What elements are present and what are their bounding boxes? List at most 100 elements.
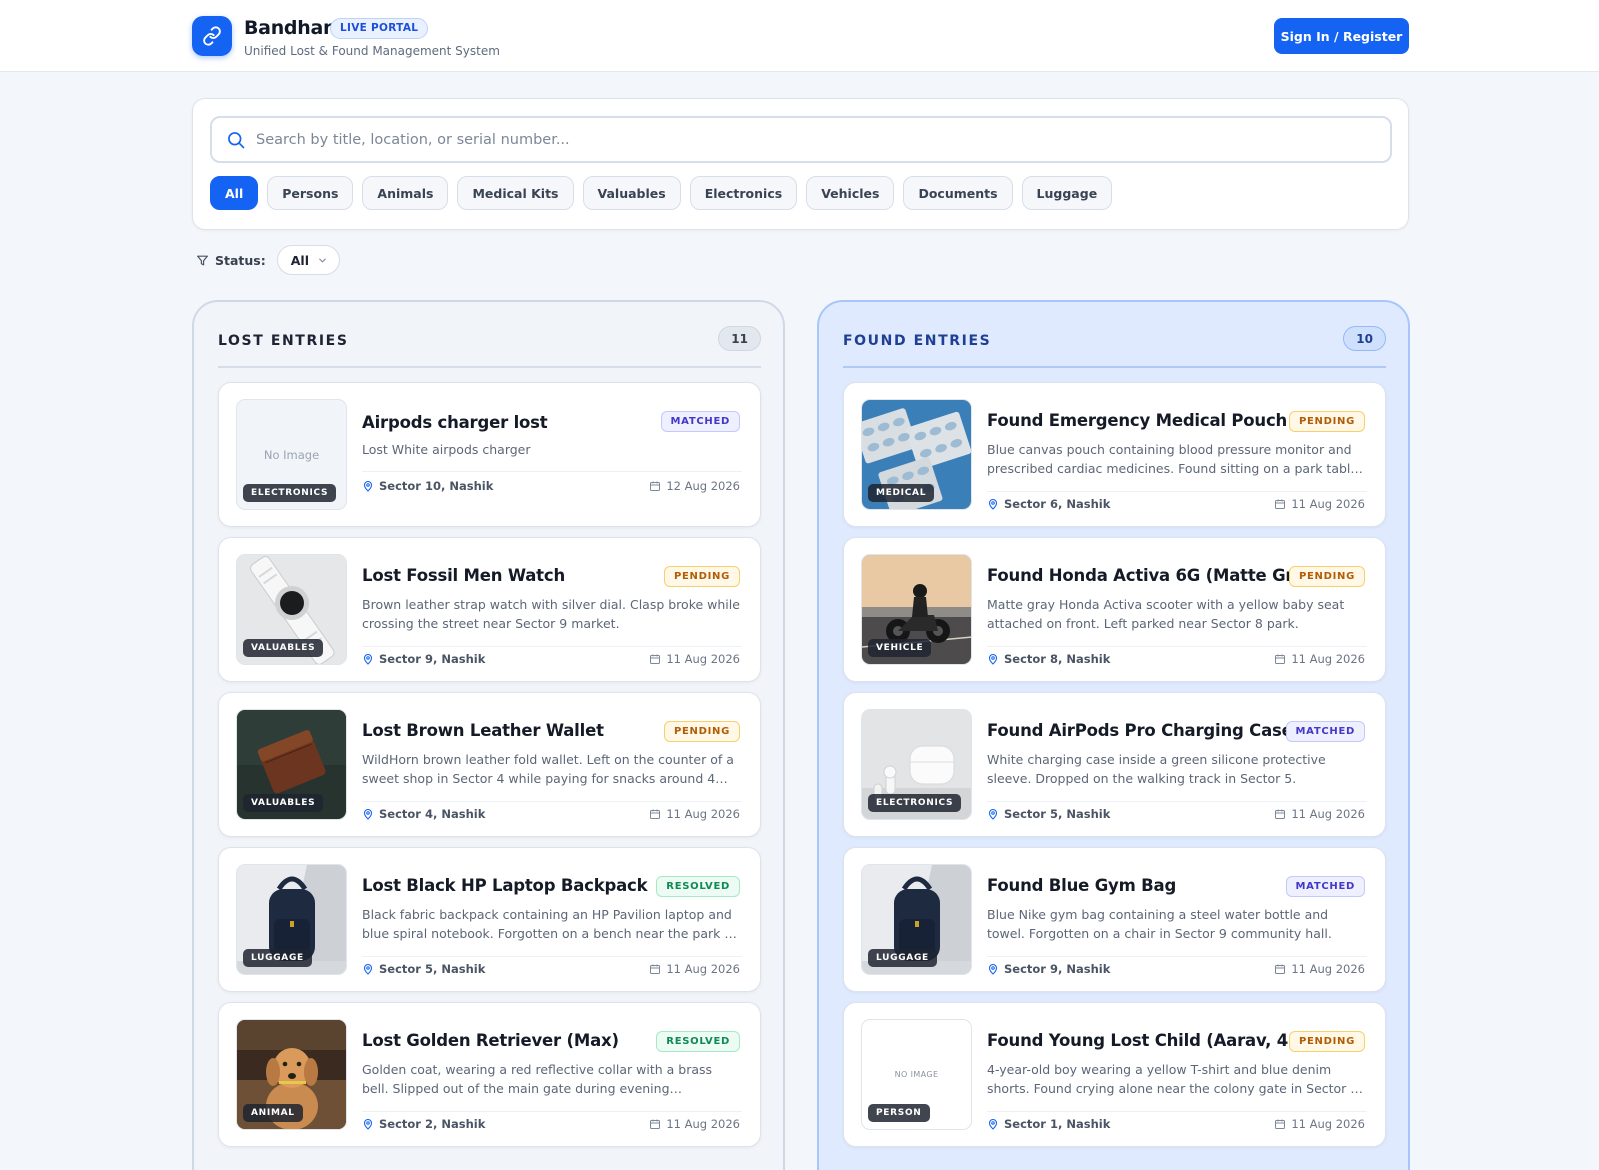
entry-title[interactable]: Found Blue Gym Bag bbox=[987, 876, 1176, 895]
map-pin-icon bbox=[363, 480, 373, 492]
entry-description: Brown leather strap watch with silver di… bbox=[362, 597, 740, 631]
calendar-icon bbox=[650, 481, 661, 491]
entry-title[interactable]: Lost Brown Leather Wallet bbox=[362, 721, 604, 740]
sign-in-button[interactable]: Sign In / Register bbox=[1274, 18, 1409, 54]
date-text: 11 Aug 2026 bbox=[1291, 962, 1365, 976]
lost-entry-card[interactable]: VALUABLES Lost Brown Leather Wallet PENDIN… bbox=[218, 692, 761, 837]
item-photo: ANIMAL bbox=[236, 1019, 347, 1130]
filter-icon bbox=[197, 255, 208, 265]
date-text: 11 Aug 2026 bbox=[1291, 652, 1365, 666]
found-entry-card[interactable]: ELECTRONICS Found AirPods Pro Charging Ca… bbox=[843, 692, 1386, 837]
map-pin-icon bbox=[988, 963, 998, 975]
category-chip-animals[interactable]: Animals bbox=[362, 176, 449, 210]
entry-date: 11 Aug 2026 bbox=[649, 652, 740, 666]
map-pin-icon bbox=[988, 498, 998, 510]
item-photo-placeholder: NO IMAGE PERSON bbox=[861, 1019, 972, 1130]
card-divider bbox=[987, 801, 1367, 802]
found-entry-card[interactable]: VEHICLE Found Honda Activa 6G (Matte Grey… bbox=[843, 537, 1386, 682]
entry-date: 12 Aug 2026 bbox=[649, 479, 740, 493]
entry-date: 11 Aug 2026 bbox=[649, 1117, 740, 1131]
entry-title[interactable]: Found Young Lost Child (Aarav, 4 yrs) bbox=[987, 1031, 1329, 1050]
location-text: Sector 2, Nashik bbox=[379, 1117, 486, 1131]
card-divider bbox=[987, 491, 1367, 492]
lost-entries-title: LOST ENTRIES bbox=[218, 333, 349, 349]
entry-title[interactable]: Found Emergency Medical Pouch bbox=[987, 411, 1287, 430]
item-photo: VEHICLE bbox=[861, 554, 972, 665]
category-chip-documents[interactable]: Documents bbox=[903, 176, 1013, 210]
status-label: Status: bbox=[215, 252, 266, 268]
found-entry-card[interactable]: LUGGAGE Found Blue Gym Bag MATCHED Blue Nik… bbox=[843, 847, 1386, 992]
status-badge: PENDING bbox=[663, 721, 740, 742]
date-text: 11 Aug 2026 bbox=[1291, 1117, 1365, 1131]
calendar-icon bbox=[1275, 499, 1286, 509]
entry-title[interactable]: Airpods charger lost bbox=[362, 413, 548, 432]
entry-location: Sector 1, Nashik bbox=[987, 1117, 1110, 1131]
map-pin-icon bbox=[363, 963, 373, 975]
entry-date: 11 Aug 2026 bbox=[649, 962, 740, 976]
lost-entry-card[interactable]: LUGGAGE Lost Black HP Laptop Backpack RESO… bbox=[218, 847, 761, 992]
category-chip-electronics[interactable]: Electronics bbox=[689, 176, 798, 210]
date-text: 11 Aug 2026 bbox=[666, 1117, 740, 1131]
link-icon bbox=[203, 26, 221, 46]
entry-location: Sector 10, Nashik bbox=[362, 479, 493, 493]
card-divider bbox=[362, 471, 742, 472]
entry-date: 11 Aug 2026 bbox=[1274, 497, 1365, 511]
status-badge: PENDING bbox=[1288, 566, 1365, 587]
category-tag: PERSON bbox=[868, 1104, 930, 1122]
status-badge: MATCHED bbox=[1285, 876, 1365, 897]
category-chip-all[interactable]: All bbox=[210, 176, 259, 210]
location-text: Sector 5, Nashik bbox=[1004, 807, 1111, 821]
category-chip-medical-kits[interactable]: Medical Kits bbox=[457, 176, 574, 210]
entry-location: Sector 9, Nashik bbox=[987, 962, 1110, 976]
app-logo[interactable] bbox=[192, 16, 232, 56]
category-chip-valuables[interactable]: Valuables bbox=[582, 176, 681, 210]
status-select[interactable]: All bbox=[276, 245, 340, 275]
category-tag: MEDICAL bbox=[868, 484, 935, 502]
category-chip-vehicles[interactable]: Vehicles bbox=[806, 176, 895, 210]
category-tag: VALUABLES bbox=[243, 794, 324, 812]
entry-location: Sector 6, Nashik bbox=[987, 497, 1110, 511]
entry-description: 4-year-old boy wearing a yellow T-shirt … bbox=[987, 1062, 1363, 1096]
calendar-icon bbox=[650, 809, 661, 819]
entry-title[interactable]: Found AirPods Pro Charging Case bbox=[987, 721, 1293, 740]
location-text: Sector 8, Nashik bbox=[1004, 652, 1111, 666]
entry-description: Blue canvas pouch containing blood press… bbox=[987, 442, 1359, 476]
lost-entry-card[interactable]: VALUABLES Lost Fossil Men Watch PENDING Bro… bbox=[218, 537, 761, 682]
map-pin-icon bbox=[988, 808, 998, 820]
entry-description: Black fabric backpack containing an HP P… bbox=[362, 907, 736, 941]
lost-entry-card[interactable]: ANIMAL Lost Golden Retriever (Max) RESOLVE… bbox=[218, 1002, 761, 1147]
entry-title[interactable]: Lost Fossil Men Watch bbox=[362, 566, 565, 585]
entry-date: 11 Aug 2026 bbox=[1274, 652, 1365, 666]
found-entry-card[interactable]: MEDICAL Found Emergency Medical Pouch PEND… bbox=[843, 382, 1386, 527]
entry-location: Sector 5, Nashik bbox=[362, 962, 485, 976]
map-pin-icon bbox=[363, 653, 373, 665]
category-filter-chips: All Persons Animals Medical Kits Valuables El… bbox=[210, 176, 1113, 210]
search-box[interactable] bbox=[210, 116, 1392, 163]
calendar-icon bbox=[650, 654, 661, 664]
item-photo-placeholder: No Image ELECTRONICS bbox=[236, 399, 347, 510]
category-chip-persons[interactable]: Persons bbox=[267, 176, 354, 210]
status-badge: RESOLVED bbox=[656, 876, 740, 897]
lost-entry-card[interactable]: No Image ELECTRONICS Airpods charger lost M… bbox=[218, 382, 761, 527]
search-panel: AllPersonsAnimalsMedical KitsValuablesEl… bbox=[192, 98, 1409, 230]
lost-entries-count: 11 bbox=[718, 326, 761, 351]
entry-location: Sector 8, Nashik bbox=[987, 652, 1110, 666]
entry-location: Sector 9, Nashik bbox=[362, 652, 485, 666]
found-entry-card[interactable]: NO IMAGE PERSON Found Young Lost Child (Aa… bbox=[843, 1002, 1386, 1147]
tagline: Unified Lost & Found Management System bbox=[244, 44, 500, 58]
entry-title[interactable]: Lost Golden Retriever (Max) bbox=[362, 1031, 619, 1050]
entry-location: Sector 5, Nashik bbox=[987, 807, 1110, 821]
status-badge: PENDING bbox=[1288, 1031, 1365, 1052]
entry-title[interactable]: Found Honda Activa 6G (Matte Grey) bbox=[987, 566, 1322, 585]
calendar-icon bbox=[1275, 654, 1286, 664]
entry-description: WildHorn brown leather fold wallet. Left… bbox=[362, 752, 734, 786]
search-input[interactable] bbox=[256, 118, 1376, 161]
item-photo: LUGGAGE bbox=[236, 864, 347, 975]
calendar-icon bbox=[1275, 964, 1286, 974]
category-chip-luggage[interactable]: Luggage bbox=[1021, 176, 1113, 210]
entry-description: Matte gray Honda Activa scooter with a y… bbox=[987, 597, 1345, 631]
entry-title[interactable]: Lost Black HP Laptop Backpack bbox=[362, 876, 648, 895]
status-badge: RESOLVED bbox=[656, 1031, 740, 1052]
category-tag: VEHICLE bbox=[868, 639, 932, 657]
map-pin-icon bbox=[363, 808, 373, 820]
